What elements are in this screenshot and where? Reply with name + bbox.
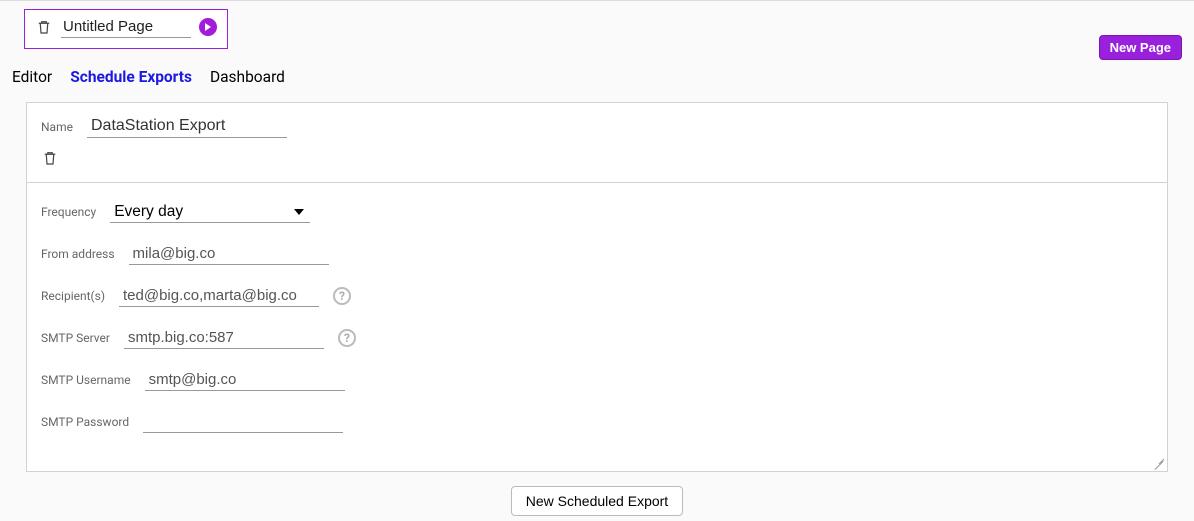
page-title-input[interactable] — [61, 16, 191, 38]
help-icon[interactable]: ? — [333, 287, 351, 305]
trash-icon[interactable] — [35, 17, 53, 37]
recipients-field[interactable] — [119, 285, 319, 307]
new-scheduled-export-button[interactable]: New Scheduled Export — [511, 486, 683, 516]
frequency-label: Frequency — [41, 205, 96, 219]
page-tab — [24, 9, 228, 49]
new-page-button[interactable]: New Page — [1099, 35, 1182, 60]
server-label: SMTP Server — [41, 331, 110, 345]
from-label: From address — [41, 247, 115, 261]
tab-editor[interactable]: Editor — [12, 68, 52, 86]
username-field[interactable] — [145, 369, 345, 391]
name-label: Name — [41, 120, 73, 134]
username-label: SMTP Username — [41, 373, 131, 387]
export-settings-panel: Frequency Every day From address Recipie… — [26, 183, 1168, 472]
password-field[interactable] — [143, 411, 343, 433]
from-field[interactable] — [129, 243, 329, 265]
play-icon[interactable] — [199, 18, 217, 36]
export-header-panel: Name — [26, 102, 1168, 183]
help-icon[interactable]: ? — [338, 329, 356, 347]
recipients-label: Recipient(s) — [41, 289, 105, 303]
tab-schedule-exports[interactable]: Schedule Exports — [70, 68, 192, 86]
tab-dashboard[interactable]: Dashboard — [210, 68, 285, 86]
password-label: SMTP Password — [41, 415, 129, 429]
server-field[interactable] — [124, 327, 324, 349]
delete-export-button[interactable] — [41, 148, 59, 168]
name-field[interactable] — [87, 115, 287, 138]
frequency-select[interactable]: Every day — [110, 201, 310, 222]
resize-handle[interactable] — [1153, 457, 1165, 469]
tabs-row: Editor Schedule Exports Dashboard — [8, 60, 1186, 94]
